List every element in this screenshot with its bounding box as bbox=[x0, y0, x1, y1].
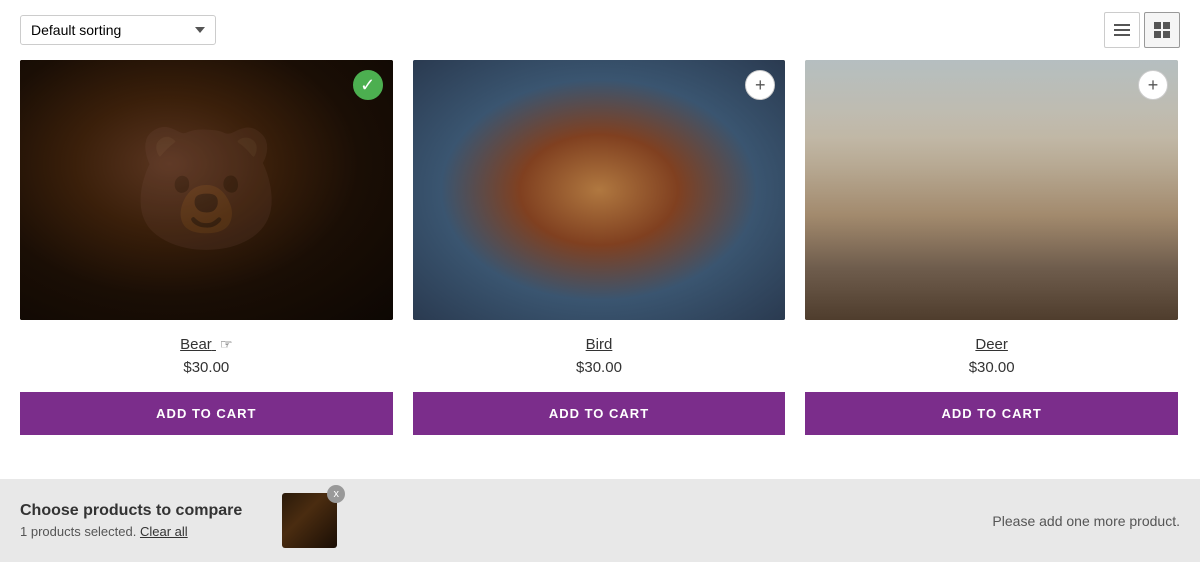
clear-all-link[interactable]: Clear all bbox=[140, 524, 188, 539]
compare-badge-bear[interactable]: ✓ bbox=[353, 70, 383, 100]
grid-view-button[interactable] bbox=[1144, 12, 1180, 48]
products-grid: ✓ Bear ☞ $30.00 ADD TO CART + Bird $30.0… bbox=[0, 60, 1200, 435]
product-image-wrapper-bear: ✓ bbox=[20, 60, 393, 320]
add-to-cart-bird[interactable]: ADD TO CART bbox=[413, 392, 786, 435]
add-to-cart-deer[interactable]: ADD TO CART bbox=[805, 392, 1178, 435]
view-toggles bbox=[1104, 12, 1180, 48]
product-title-deer[interactable]: Deer bbox=[805, 336, 1178, 353]
compare-bar-subtitle: 1 products selected. Clear all bbox=[20, 524, 242, 539]
product-image-wrapper-deer: + bbox=[805, 60, 1178, 320]
product-image-wrapper-bird: + bbox=[413, 60, 786, 320]
sort-select[interactable]: Default sortingSort by popularitySort by… bbox=[20, 15, 216, 45]
product-card-deer: + Deer $30.00 ADD TO CART bbox=[805, 60, 1178, 435]
deer-image bbox=[805, 60, 1178, 320]
cursor-indicator: ☞ bbox=[220, 336, 233, 353]
product-price-bear: $30.00 bbox=[20, 359, 393, 376]
compare-bar-title: Choose products to compare bbox=[20, 502, 242, 520]
compare-badge-deer[interactable]: + bbox=[1138, 70, 1168, 100]
remove-compare-button[interactable]: x bbox=[327, 485, 345, 503]
grid-icon bbox=[1154, 22, 1170, 38]
product-price-deer: $30.00 bbox=[805, 359, 1178, 376]
compare-bar-left: Choose products to compare 1 products se… bbox=[20, 502, 242, 539]
product-price-bird: $30.00 bbox=[413, 359, 786, 376]
compare-bar: Choose products to compare 1 products se… bbox=[0, 479, 1200, 562]
compare-bar-message: Please add one more product. bbox=[992, 513, 1180, 529]
add-to-cart-bear[interactable]: ADD TO CART bbox=[20, 392, 393, 435]
product-title-bear[interactable]: Bear ☞ bbox=[20, 336, 393, 353]
list-icon bbox=[1114, 22, 1130, 38]
list-view-button[interactable] bbox=[1104, 12, 1140, 48]
product-card-bird: + Bird $30.00 ADD TO CART bbox=[413, 60, 786, 435]
toolbar: Default sortingSort by popularitySort by… bbox=[0, 0, 1200, 60]
bear-image bbox=[20, 60, 393, 320]
compare-thumb-image bbox=[282, 493, 337, 548]
compare-thumb-wrapper: x bbox=[282, 493, 337, 548]
product-title-bird[interactable]: Bird bbox=[413, 336, 786, 353]
product-card-bear: ✓ Bear ☞ $30.00 ADD TO CART bbox=[20, 60, 393, 435]
bird-image bbox=[413, 60, 786, 320]
